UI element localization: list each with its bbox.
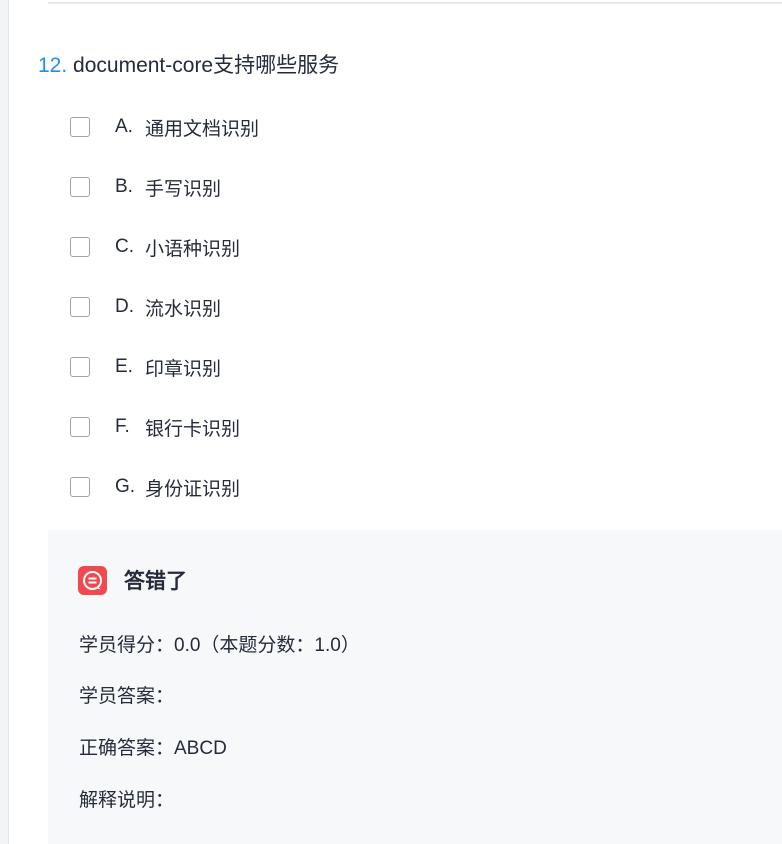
option-letter: G. [115,476,136,497]
checkbox[interactable] [70,237,90,257]
option-c[interactable]: C. 小语种识别 [70,233,240,261]
wrong-answer-chat-icon [78,565,107,595]
result-status: 答错了 [124,570,187,593]
checkbox[interactable] [70,177,90,197]
option-text: 手写识别 [145,178,222,200]
option-letter: E. [115,356,133,377]
explanation: 解释说明： [79,790,175,811]
option-text: 印章识别 [145,358,222,380]
checkbox[interactable] [70,297,90,317]
checkbox[interactable] [70,117,90,137]
option-text: 通用文档识别 [145,118,260,140]
question-number: 12. [38,54,68,77]
option-text: 小语种识别 [145,238,241,260]
option-g[interactable]: G. 身份证识别 [70,473,240,501]
question-title: 12. document-core支持哪些服务 [38,52,339,80]
checkbox[interactable] [70,357,90,377]
option-f[interactable]: F. 银行卡识别 [70,413,240,441]
option-e[interactable]: E. 印章识别 [70,353,221,381]
left-panel-edge [0,0,9,844]
option-d[interactable]: D. 流水识别 [70,293,221,321]
option-letter: C. [115,236,134,257]
question-text: document-core支持哪些服务 [73,54,340,77]
option-text: 身份证识别 [145,478,241,500]
option-a[interactable]: A. 通用文档识别 [70,113,259,141]
option-letter: A. [115,116,133,137]
correct-answer: 正确答案：ABCD [79,738,227,759]
student-answer: 学员答案： [79,686,175,707]
option-text: 银行卡识别 [145,418,241,440]
divider [48,2,782,4]
option-letter: F. [115,416,130,437]
option-letter: B. [115,176,133,197]
option-text: 流水识别 [145,298,222,320]
student-score: 学员得分：0.0（本题分数：1.0） [79,635,360,656]
answer-feedback-panel: 答错了 学员得分：0.0（本题分数：1.0） 学员答案： 正确答案：ABCD 解… [48,530,782,844]
option-b[interactable]: B. 手写识别 [70,173,221,201]
option-letter: D. [115,296,134,317]
checkbox[interactable] [70,417,90,437]
checkbox[interactable] [70,477,90,497]
